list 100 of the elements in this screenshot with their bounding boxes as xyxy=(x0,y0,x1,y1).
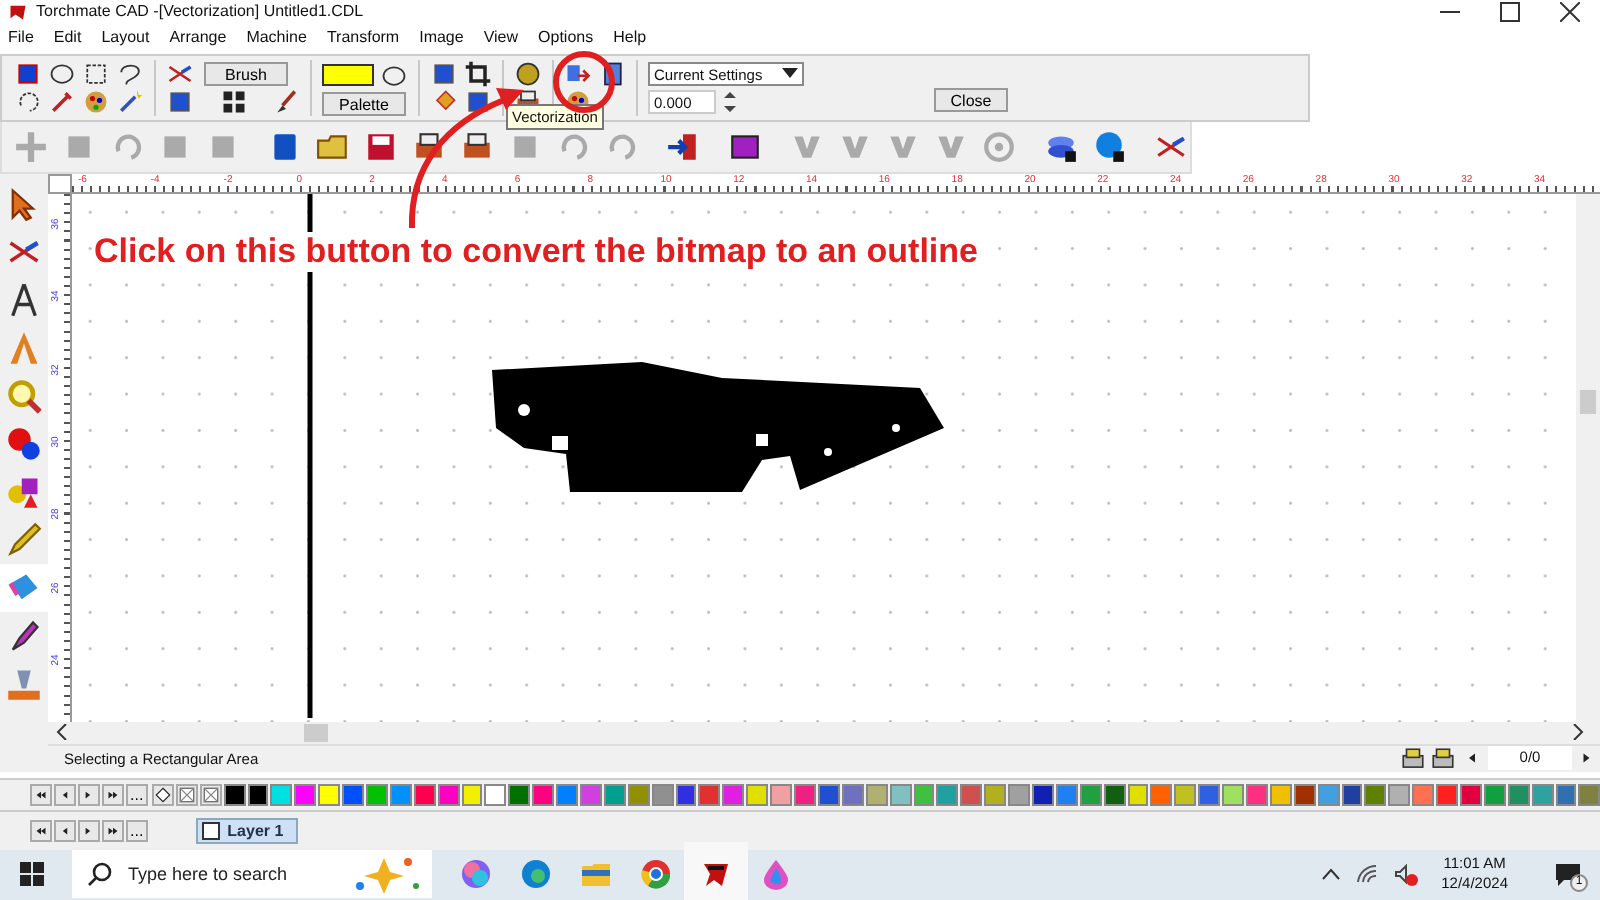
folder-icon[interactable] xyxy=(580,858,612,891)
windows-start-icon[interactable] xyxy=(20,862,44,887)
first-icon[interactable] xyxy=(30,820,52,842)
layer-tab[interactable]: Layer 1 xyxy=(195,818,298,844)
color-swatch[interactable] xyxy=(1388,783,1411,806)
screen-icon[interactable] xyxy=(728,130,762,165)
compass-icon[interactable] xyxy=(6,281,42,318)
color-swatch[interactable] xyxy=(223,783,246,806)
color-swatch[interactable] xyxy=(913,783,935,806)
menu-item[interactable]: Edit xyxy=(53,28,82,47)
color-swatch[interactable] xyxy=(1269,783,1292,806)
chrome-icon[interactable] xyxy=(640,858,672,891)
menu-item[interactable]: Image xyxy=(419,28,464,47)
new-file-icon[interactable] xyxy=(268,130,302,165)
wifi-icon[interactable] xyxy=(1355,864,1378,885)
dashed-select-icon[interactable] xyxy=(82,60,110,89)
color-swatch[interactable] xyxy=(342,783,365,806)
color-swatch[interactable] xyxy=(1293,783,1316,806)
menu-item[interactable]: View xyxy=(483,28,519,47)
rotate-select-icon[interactable] xyxy=(14,88,42,117)
color-swatch[interactable] xyxy=(817,783,840,806)
letter-icon[interactable] xyxy=(6,329,42,366)
brush-icon[interactable] xyxy=(272,87,300,116)
palette-button[interactable]: Palette xyxy=(322,91,406,116)
fill-color-swatch[interactable] xyxy=(322,64,374,87)
layer-checkbox[interactable] xyxy=(201,822,220,840)
menu-item[interactable]: Transform xyxy=(326,28,400,47)
color-swatch[interactable] xyxy=(1174,783,1197,806)
color-swatch[interactable] xyxy=(1507,783,1530,806)
color-swatch[interactable] xyxy=(532,783,555,806)
menu-item[interactable]: File xyxy=(8,28,34,47)
color-swatch[interactable] xyxy=(247,783,269,806)
lasso-icon[interactable] xyxy=(116,60,144,89)
open-folder-icon[interactable] xyxy=(316,130,350,165)
color-swatch[interactable] xyxy=(508,783,531,806)
edge-icon[interactable] xyxy=(520,858,552,891)
pencil-icon[interactable] xyxy=(6,521,42,558)
scroll-left-icon[interactable] xyxy=(56,724,68,741)
caret-icon[interactable] xyxy=(782,68,798,81)
chevron-up-icon[interactable] xyxy=(1321,868,1340,881)
color-swatch[interactable] xyxy=(865,783,888,806)
maximize-icon[interactable] xyxy=(1500,1,1520,22)
menu-item[interactable]: Layout xyxy=(101,28,150,47)
last-icon[interactable] xyxy=(102,820,124,842)
menu-item[interactable]: Arrange xyxy=(169,28,227,47)
color-swatch[interactable] xyxy=(698,783,721,806)
search-field[interactable]: Type here to search xyxy=(124,862,340,887)
save-icon[interactable] xyxy=(364,130,398,165)
color-swatch[interactable] xyxy=(1055,783,1078,806)
color-swatch[interactable] xyxy=(461,783,483,806)
pattern-icon[interactable] xyxy=(199,783,222,806)
horizontal-scrollbar[interactable] xyxy=(48,721,1600,744)
color-swatch[interactable] xyxy=(1436,783,1458,806)
magnifier-icon[interactable] xyxy=(6,377,42,414)
pattern-icon[interactable] xyxy=(175,783,198,806)
scroll-thumb[interactable] xyxy=(304,723,328,742)
scroll-thumb[interactable] xyxy=(1580,389,1596,414)
color-swatch[interactable] xyxy=(1412,783,1435,806)
color-swatch[interactable] xyxy=(1531,783,1554,806)
previous-icon[interactable] xyxy=(54,783,76,806)
palette-icon[interactable] xyxy=(82,88,110,117)
color-swatch[interactable] xyxy=(1079,783,1102,806)
previous-icon[interactable] xyxy=(54,820,76,842)
vertical-scrollbar[interactable] xyxy=(1576,193,1600,722)
color-swatch[interactable] xyxy=(627,783,650,806)
paint-drop-icon[interactable] xyxy=(760,858,792,891)
next-icon[interactable] xyxy=(78,820,100,842)
color-swatch[interactable] xyxy=(1578,783,1600,806)
last-icon[interactable] xyxy=(102,783,124,806)
first-icon[interactable] xyxy=(30,783,52,806)
color-swatch[interactable] xyxy=(1364,783,1387,806)
machine-icon[interactable] xyxy=(6,665,42,702)
color-swatch[interactable] xyxy=(603,783,626,806)
color-swatch[interactable] xyxy=(1245,783,1268,806)
copilot-icon[interactable] xyxy=(460,858,492,891)
color-swatch[interactable] xyxy=(1031,783,1054,806)
close-icon[interactable] xyxy=(1560,1,1580,22)
color-swatch[interactable] xyxy=(389,783,412,806)
color-swatch[interactable] xyxy=(366,783,388,806)
color-swatch[interactable] xyxy=(722,783,745,806)
color-swatch[interactable] xyxy=(841,783,864,806)
grid-icon[interactable] xyxy=(220,87,248,116)
color-swatch[interactable] xyxy=(1150,783,1173,806)
color-swatch[interactable] xyxy=(1555,783,1577,806)
color-swatch[interactable] xyxy=(960,783,983,806)
color-swatch[interactable] xyxy=(794,783,816,806)
color-swatch[interactable] xyxy=(1317,783,1340,806)
color-swatch[interactable] xyxy=(1341,783,1363,806)
menu-item[interactable]: Machine xyxy=(246,28,307,47)
layers-icon[interactable] xyxy=(1044,130,1078,165)
rectangle-select-icon[interactable] xyxy=(14,60,42,89)
brush-button[interactable]: Brush xyxy=(204,61,288,86)
color-swatch[interactable] xyxy=(770,783,793,806)
color-swatch[interactable] xyxy=(1198,783,1221,806)
balls-icon[interactable] xyxy=(6,425,42,462)
exit-icon[interactable] xyxy=(666,130,700,165)
more-button[interactable]: ... xyxy=(126,820,148,842)
more-button[interactable]: ... xyxy=(126,783,148,806)
color-swatch[interactable] xyxy=(270,783,293,806)
close-button[interactable]: Close xyxy=(934,88,1008,113)
